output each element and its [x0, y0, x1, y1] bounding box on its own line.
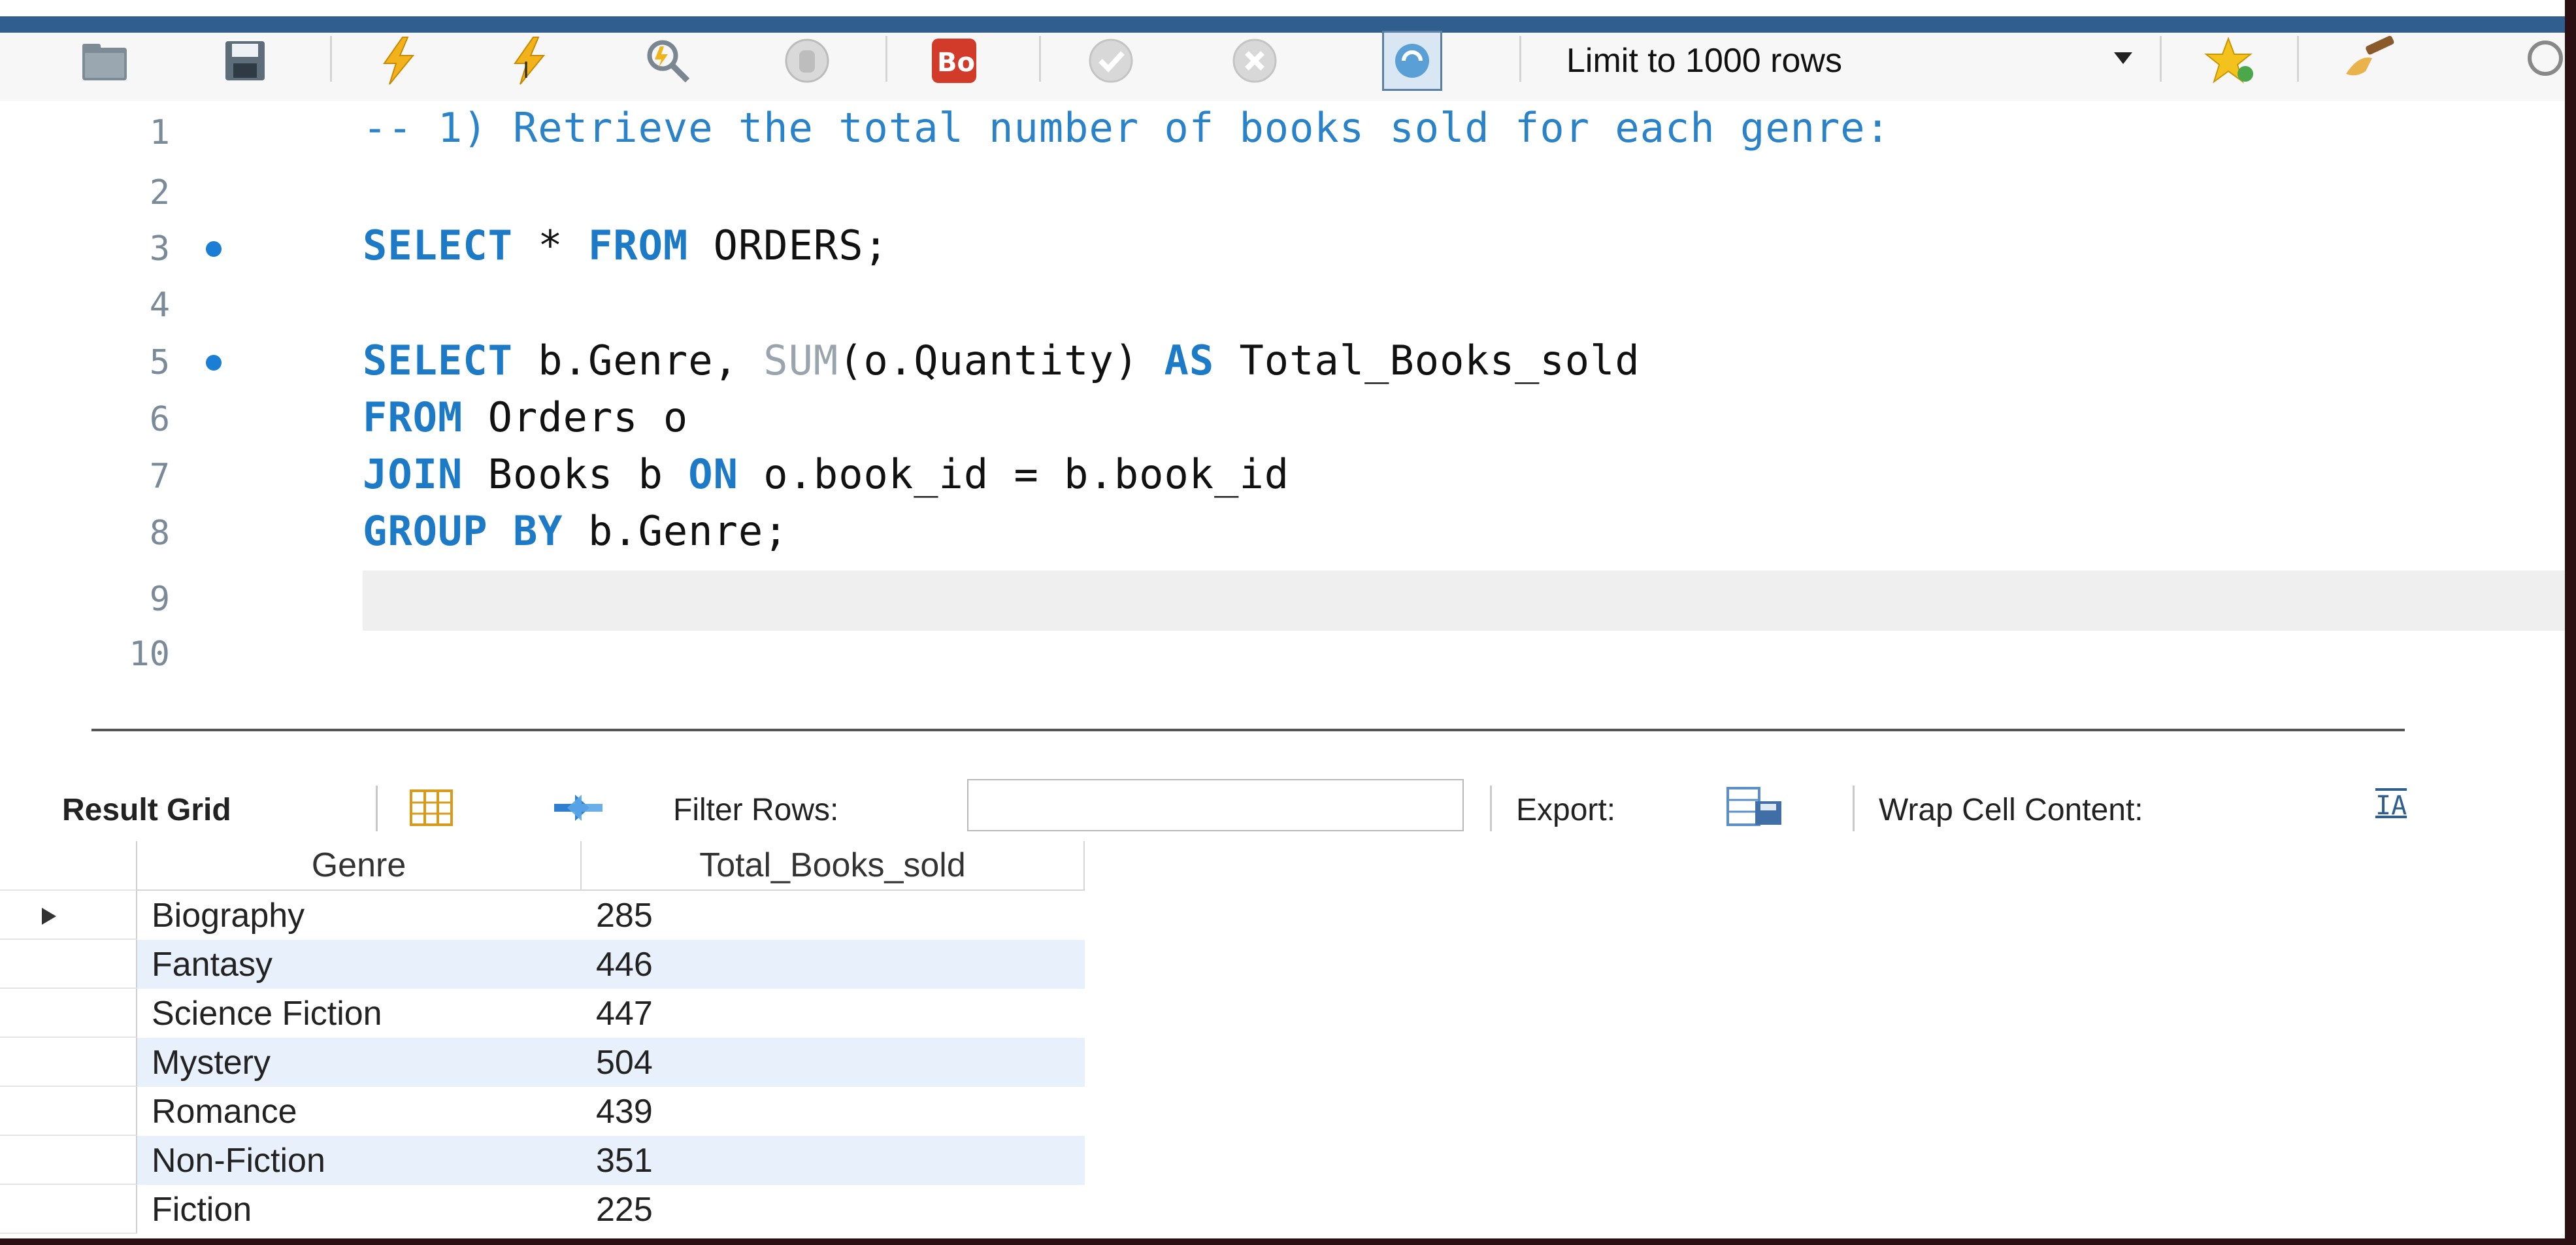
column-header-genre[interactable]: Genre	[137, 841, 582, 891]
editor-line: 10	[129, 635, 170, 674]
table-cell[interactable]: 439	[582, 1087, 1085, 1136]
table-cell[interactable]: Mystery	[137, 1038, 582, 1087]
row-selector[interactable]	[0, 1185, 137, 1234]
column-header-total-books-sold[interactable]: Total_Books_sold	[582, 841, 1085, 891]
editor-line: 8 GROUP BY b.Genre;	[149, 507, 789, 555]
row-selector[interactable]	[0, 1087, 137, 1136]
table-cell[interactable]: 446	[582, 940, 1085, 989]
toggle-stop-on-error-icon[interactable]: Bo	[928, 35, 980, 87]
execute-current-statement-icon[interactable]: I	[503, 35, 555, 87]
current-row-arrow-icon	[42, 908, 56, 925]
editor-line: 9	[149, 580, 170, 619]
toolbar-separator	[1490, 786, 1492, 831]
explain-magnifier-icon[interactable]	[640, 35, 693, 87]
svg-text:Bo: Bo	[937, 48, 975, 78]
table-cell[interactable]: Biography	[137, 891, 582, 940]
toolbar-separator	[1039, 36, 1041, 82]
table-cell[interactable]: 504	[582, 1038, 1085, 1087]
editor-line: 2	[149, 173, 170, 212]
statement-marker-dot	[206, 241, 222, 257]
table-cell[interactable]: 285	[582, 891, 1085, 940]
editor-line: 3 SELECT * FROM ORDERS;	[149, 222, 889, 269]
editor-line: 1 -- 1) Retrieve the total number of boo…	[149, 104, 1891, 152]
sql-editor[interactable]: 1 -- 1) Retrieve the total number of boo…	[0, 101, 2565, 696]
statement-marker-dot	[206, 355, 222, 371]
row-selector[interactable]	[0, 1136, 137, 1185]
filter-rows-label: Filter Rows:	[673, 793, 839, 827]
rollback-x-icon[interactable]	[1229, 35, 1281, 87]
code-line: FROM Orders o	[363, 393, 689, 441]
row-selector[interactable]	[0, 891, 137, 940]
code-line: SELECT b.Genre, SUM(o.Quantity) AS Total…	[363, 337, 1640, 384]
save-icon[interactable]	[219, 35, 271, 87]
wrap-cell-content-label: Wrap Cell Content:	[1879, 793, 2143, 827]
autocommit-toggle-icon[interactable]	[1382, 31, 1442, 91]
code-line: SELECT * FROM ORDERS;	[363, 222, 889, 269]
filter-rows-input[interactable]	[967, 779, 1464, 831]
table-cell[interactable]: Romance	[137, 1087, 582, 1136]
svg-text:I: I	[523, 58, 529, 84]
table-cell[interactable]: 225	[582, 1185, 1085, 1234]
code-line: GROUP BY b.Genre;	[363, 507, 789, 555]
panel-splitter[interactable]	[91, 729, 2405, 731]
table-cell[interactable]: 351	[582, 1136, 1085, 1185]
export-icon[interactable]	[1725, 784, 1784, 838]
export-label: Export:	[1516, 793, 1616, 827]
table-cell[interactable]: Fantasy	[137, 940, 582, 989]
add-snippet-star-icon[interactable]	[2202, 35, 2254, 87]
toolbar-separator	[330, 36, 332, 82]
mysql-workbench-window: I Bo Limit to 1000 rows 1 -- 1) Retrieve…	[0, 0, 2565, 1238]
result-toolbar: Result Grid Filter Rows: Export: Wrap Ce…	[0, 778, 2565, 840]
refresh-arrows-icon[interactable]	[549, 789, 608, 834]
commit-check-icon[interactable]	[1085, 35, 1137, 87]
row-selector[interactable]	[0, 989, 137, 1038]
toolbar-separator	[2297, 36, 2299, 82]
table-cell[interactable]: Fiction	[137, 1185, 582, 1234]
stop-hand-icon[interactable]	[781, 35, 833, 87]
toolbar-separator	[1519, 36, 1521, 82]
limit-rows-select[interactable]: Limit to 1000 rows	[1545, 38, 2147, 84]
code-comment: -- 1) Retrieve the total number of books…	[363, 104, 1891, 152]
table-cell[interactable]: Non-Fiction	[137, 1136, 582, 1185]
execute-lightning-icon[interactable]	[372, 35, 425, 87]
row-selector[interactable]	[0, 940, 137, 989]
toolbar-separator	[885, 36, 887, 82]
toolbar-separator	[1853, 786, 1855, 831]
tab-strip-edge	[0, 16, 2565, 33]
table-cell[interactable]: Science Fiction	[137, 989, 582, 1038]
table-cell[interactable]: 447	[582, 989, 1085, 1038]
code-line: JOIN Books b ON o.book_id = b.book_id	[363, 450, 1290, 498]
grid-layout-icon[interactable]	[408, 787, 454, 837]
editor-line: 4	[149, 286, 170, 325]
beautify-brush-icon[interactable]	[2339, 35, 2394, 87]
sql-editor-toolbar: I Bo Limit to 1000 rows	[0, 16, 2565, 103]
limit-rows-label: Limit to 1000 rows	[1566, 42, 1842, 80]
result-grid-tab[interactable]: Result Grid	[62, 792, 231, 828]
toolbar-separator	[2160, 36, 2162, 82]
row-selector[interactable]	[0, 1038, 137, 1087]
chevron-down-icon	[2114, 52, 2132, 64]
find-icon[interactable]	[2519, 35, 2565, 87]
toolbar-separator	[376, 786, 378, 831]
wrap-toggle-icon[interactable]: IA	[2375, 791, 2407, 821]
grid-corner	[0, 841, 137, 891]
open-folder-icon[interactable]	[78, 35, 131, 87]
